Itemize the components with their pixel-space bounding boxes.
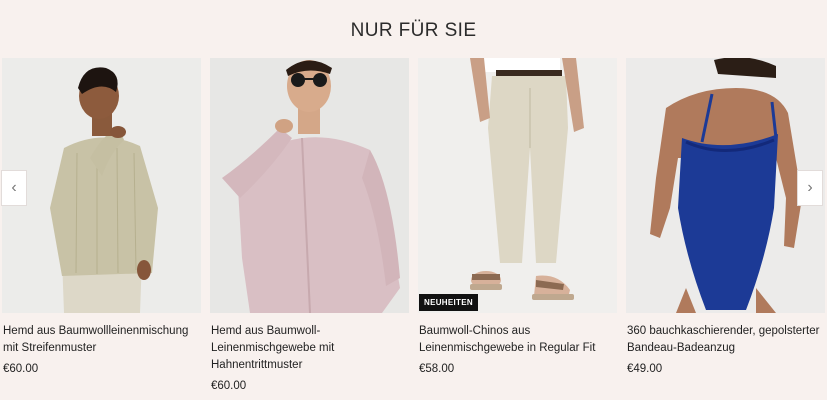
product-card[interactable]: NEUHEITEN Baumwoll-Chinos aus Leinenmisc… bbox=[418, 58, 617, 375]
product-price: €60.00 bbox=[211, 380, 247, 392]
product-card[interactable]: Hemd aus Baumwoll-Leinenmischgewebe mit … bbox=[210, 58, 409, 392]
product-price: €58.00 bbox=[419, 363, 455, 375]
new-badge: NEUHEITEN bbox=[419, 294, 478, 311]
product-name[interactable]: Hemd aus Baumwollleinenmischung mit Stre… bbox=[2, 323, 201, 357]
product-card[interactable]: 360 bauchkaschierender, gepolsterter Ban… bbox=[626, 58, 825, 375]
product-carousel: Hemd aus Baumwollleinenmischung mit Stre… bbox=[0, 58, 827, 400]
product-name[interactable]: 360 bauchkaschierender, gepolsterter Ban… bbox=[626, 323, 825, 357]
product-name[interactable]: Baumwoll-Chinos aus Leinenmischgewebe in… bbox=[418, 323, 617, 357]
product-price: €49.00 bbox=[627, 363, 663, 375]
product-image-swimsuit[interactable] bbox=[626, 58, 825, 313]
product-image-pink-shirt[interactable] bbox=[210, 58, 409, 313]
chevron-left-icon: ‹ bbox=[11, 179, 17, 196]
chevron-right-icon: › bbox=[807, 179, 813, 196]
product-image-striped-shirt[interactable] bbox=[2, 58, 201, 313]
product-price: €60.00 bbox=[3, 363, 39, 375]
product-card[interactable]: Hemd aus Baumwollleinenmischung mit Stre… bbox=[2, 58, 201, 375]
product-image-chinos[interactable]: NEUHEITEN bbox=[418, 58, 617, 313]
carousel-prev-button[interactable]: ‹ bbox=[1, 170, 27, 206]
product-name[interactable]: Hemd aus Baumwoll-Leinenmischgewebe mit … bbox=[210, 323, 409, 374]
carousel-next-button[interactable]: › bbox=[797, 170, 823, 206]
section-title: NUR FÜR SIE bbox=[350, 20, 477, 41]
